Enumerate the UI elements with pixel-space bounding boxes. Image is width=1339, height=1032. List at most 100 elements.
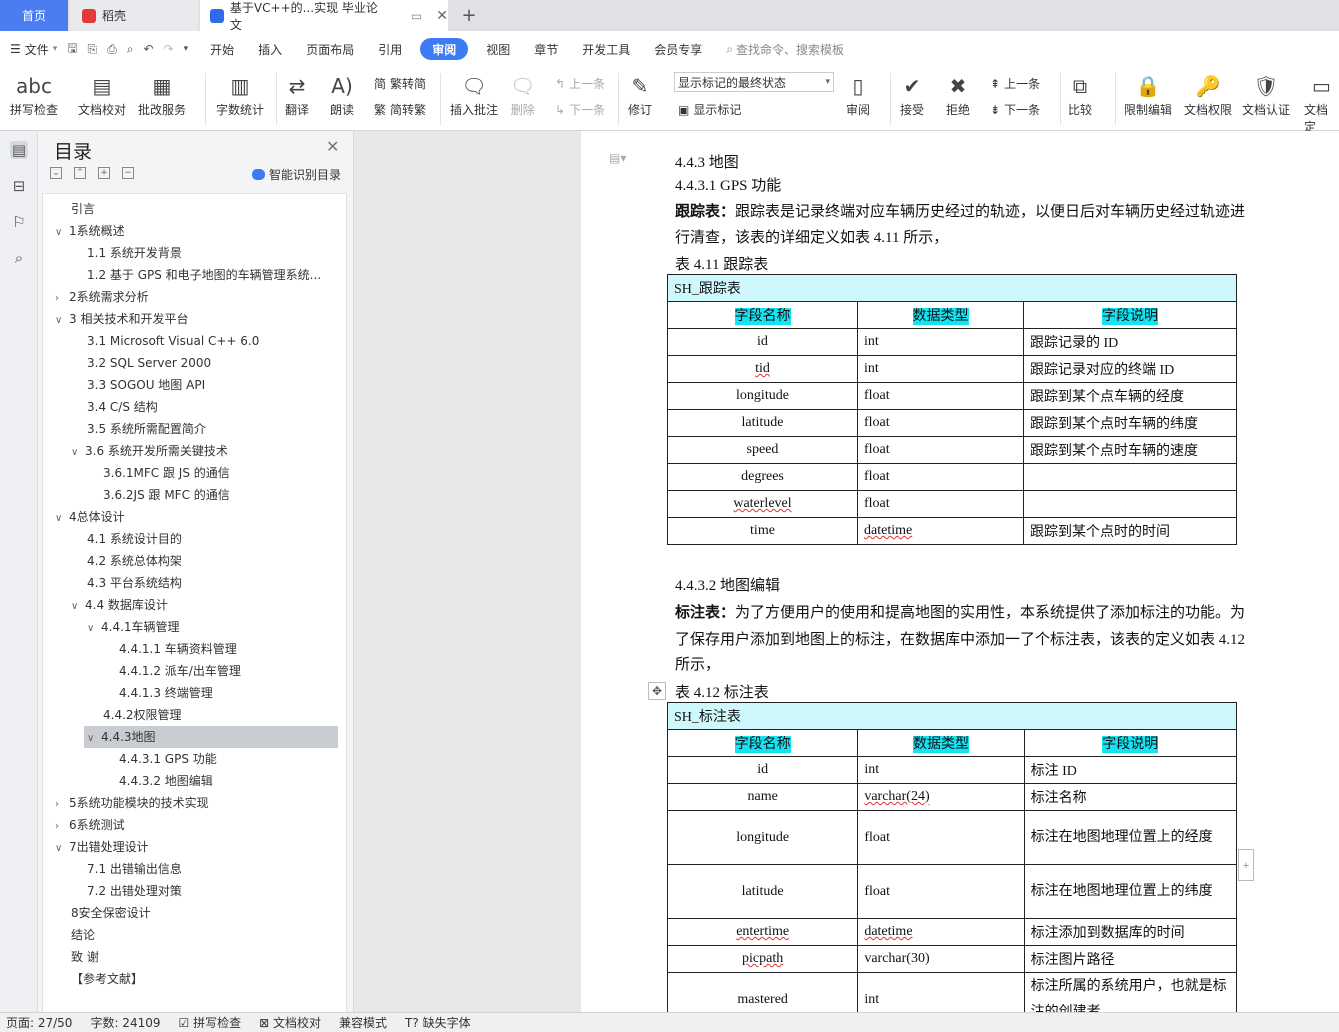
- toc-item[interactable]: ∨ 7出错处理设计: [55, 836, 149, 858]
- chevron-down-icon[interactable]: ∨: [55, 838, 69, 860]
- missing-font[interactable]: T? 缺失字体: [405, 1014, 471, 1031]
- insert-comment-button[interactable]: 🗨 插入批注: [450, 71, 498, 118]
- revise-button[interactable]: ✎ 修订: [628, 71, 652, 118]
- menu-insert[interactable]: 插入: [246, 38, 294, 60]
- toc-item[interactable]: 4.4.3.2 地图编辑: [119, 770, 213, 792]
- new-tab-icon[interactable]: +: [458, 0, 480, 31]
- batch-service-button[interactable]: ▦ 批改服务: [138, 71, 186, 118]
- remove-heading-icon[interactable]: −: [122, 167, 134, 179]
- doc-outline-icon[interactable]: ▤▾: [609, 151, 626, 166]
- reject-button[interactable]: ✖ 拒绝: [946, 71, 970, 118]
- toc-item[interactable]: 4.3 平台系统结构: [87, 572, 182, 594]
- spell-check-button[interactable]: abc 拼写检查: [10, 71, 58, 118]
- toc-item[interactable]: 4.2 系统总体构架: [87, 550, 182, 572]
- add-column-icon[interactable]: +: [1238, 849, 1254, 881]
- menu-chapter[interactable]: 章节: [522, 38, 570, 60]
- compare-button[interactable]: ⧉ 比较: [1068, 71, 1092, 118]
- toc-item[interactable]: ∨ 4.4.1车辆管理: [87, 616, 180, 638]
- menu-member[interactable]: 会员专享: [642, 38, 714, 60]
- tab-document[interactable]: 基于VC++的...实现 毕业论文 ▭ ✕: [200, 0, 448, 32]
- toc-item[interactable]: ∨ 1系统概述: [55, 220, 125, 242]
- toc-item[interactable]: 结论: [71, 924, 95, 946]
- toc-item[interactable]: 3.1 Microsoft Visual C++ 6.0: [87, 330, 259, 352]
- toc-item[interactable]: 4.4.3.1 GPS 功能: [119, 748, 217, 770]
- toc-item[interactable]: 4.4.1.3 终端管理: [119, 682, 213, 704]
- chevron-down-icon[interactable]: ∨: [87, 728, 101, 750]
- review-pane-button[interactable]: ▯ 审阅: [846, 71, 870, 118]
- toc-item[interactable]: › 6系统测试: [55, 814, 125, 836]
- markup-mode-select[interactable]: 显示标记的最终状态 ▾: [674, 72, 834, 92]
- toc-item[interactable]: ∨ 4总体设计: [55, 506, 125, 528]
- toc-item-selected[interactable]: ∨ 4.4.3地图: [84, 726, 338, 748]
- menu-layout[interactable]: 页面布局: [294, 38, 366, 60]
- menu-devtools[interactable]: 开发工具: [570, 38, 642, 60]
- toc-item[interactable]: 3.5 系统所需配置简介: [87, 418, 206, 440]
- page-indicator[interactable]: 页面: 27/50: [6, 1014, 72, 1031]
- toc-item[interactable]: 3.3 SOGOU 地图 API: [87, 374, 205, 396]
- collapse-all-icon[interactable]: ⌃: [74, 167, 86, 179]
- doc-finalize-button[interactable]: ▭ 文档定: [1304, 71, 1339, 135]
- toc-item[interactable]: ∨ 3.6 系统开发所需关键技术: [71, 440, 228, 462]
- menu-reference[interactable]: 引用: [366, 38, 414, 60]
- chevron-right-icon[interactable]: ›: [55, 794, 69, 816]
- toc-item[interactable]: 8安全保密设计: [71, 902, 151, 924]
- chevron-down-icon[interactable]: ∨: [55, 310, 69, 332]
- toc-item[interactable]: 1.2 基于 GPS 和电子地图的车辆管理系统...: [87, 264, 321, 286]
- toc-item[interactable]: 7.1 出错输出信息: [87, 858, 182, 880]
- menu-view[interactable]: 视图: [474, 38, 522, 60]
- simp-to-trad-button[interactable]: 繁简转繁: [374, 101, 426, 118]
- toc-item[interactable]: ∨ 4.4 数据库设计: [71, 594, 168, 616]
- toc-item[interactable]: › 2系统需求分析: [55, 286, 149, 308]
- tab-daoke[interactable]: 稻壳: [70, 0, 198, 31]
- toc-panel-icon[interactable]: ▤: [10, 141, 28, 159]
- toc-item[interactable]: 4.4.1.2 派车/出车管理: [119, 660, 241, 682]
- toc-item[interactable]: › 5系统功能模块的技术实现: [55, 792, 209, 814]
- ai-toc-button[interactable]: 智能识别目录: [252, 166, 341, 183]
- expand-all-icon[interactable]: ⌄: [50, 167, 62, 179]
- word-count-button[interactable]: ▥ 字数统计: [216, 71, 264, 118]
- accept-button[interactable]: ✔ 接受: [900, 71, 924, 118]
- status-spell-check[interactable]: ☑ 拼写检查: [179, 1014, 242, 1031]
- search-command[interactable]: ⌕ 查找命令、搜索模板: [714, 38, 856, 60]
- redo-icon[interactable]: ↷: [164, 42, 174, 56]
- export-pdf-icon[interactable]: ⎘: [88, 42, 98, 57]
- delete-comment-button[interactable]: 🗨 删除: [510, 71, 535, 118]
- print-icon[interactable]: ⎙: [107, 42, 117, 57]
- bookmark-icon[interactable]: ⚐: [10, 213, 28, 231]
- doc-check-button[interactable]: ▤ 文档校对: [78, 71, 126, 118]
- file-menu[interactable]: ☰ 文件 ▾: [0, 41, 67, 58]
- toc-item[interactable]: 7.2 出错处理对策: [87, 880, 182, 902]
- next-comment-button[interactable]: ↳ 下一条: [555, 101, 605, 118]
- prev-comment-button[interactable]: ↰ 上一条: [555, 75, 605, 92]
- toc-item[interactable]: 3.2 SQL Server 2000: [87, 352, 211, 374]
- chevron-down-icon[interactable]: ∨: [87, 618, 101, 640]
- toc-item[interactable]: ∨ 3 相关技术和开发平台: [55, 308, 188, 330]
- restrict-edit-button[interactable]: 🔒 限制编辑: [1124, 71, 1172, 118]
- chevron-down-icon[interactable]: ∨: [71, 442, 85, 464]
- toc-item[interactable]: 3.4 C/S 结构: [87, 396, 158, 418]
- print-preview-icon[interactable]: ⌕: [127, 42, 134, 57]
- toc-item[interactable]: 4.1 系统设计目的: [87, 528, 182, 550]
- menu-review[interactable]: 审阅: [420, 38, 469, 60]
- word-count-indicator[interactable]: 字数: 24109: [90, 1014, 160, 1031]
- add-heading-icon[interactable]: +: [98, 167, 110, 179]
- close-tab-icon[interactable]: ✕: [436, 8, 448, 24]
- document-page[interactable]: ▤▾ 4.4.3 地图 4.4.3.1 GPS 功能 跟踪表：跟踪表是记录终端对…: [581, 131, 1339, 1012]
- find-icon[interactable]: ⌕: [10, 249, 28, 267]
- float-window-icon[interactable]: ▭: [411, 9, 422, 23]
- toc-item[interactable]: 1.1 系统开发背景: [87, 242, 182, 264]
- translate-button[interactable]: ⇄ 翻译: [285, 71, 309, 118]
- doc-auth-button[interactable]: 🛡 文档认证: [1242, 71, 1290, 118]
- toc-item[interactable]: 4.4.1.1 车辆资料管理: [119, 638, 237, 660]
- undo-icon[interactable]: ↶: [144, 42, 154, 56]
- doc-permission-button[interactable]: 🔑 文档权限: [1184, 71, 1232, 118]
- status-doc-check[interactable]: ⊠ 文档校对: [259, 1014, 321, 1031]
- read-aloud-button[interactable]: A) 朗读: [330, 71, 354, 118]
- toc-item[interactable]: 致 谢: [71, 946, 99, 968]
- toc-item[interactable]: 4.4.2权限管理: [103, 704, 182, 726]
- chapter-nav-icon[interactable]: ⊟: [10, 177, 28, 195]
- table-move-handle-icon[interactable]: ✥: [648, 682, 666, 700]
- toc-item[interactable]: 3.6.1MFC 跟 JS 的通信: [103, 462, 230, 484]
- toc-item[interactable]: 3.6.2JS 跟 MFC 的通信: [103, 484, 230, 506]
- chevron-right-icon[interactable]: ›: [55, 288, 69, 310]
